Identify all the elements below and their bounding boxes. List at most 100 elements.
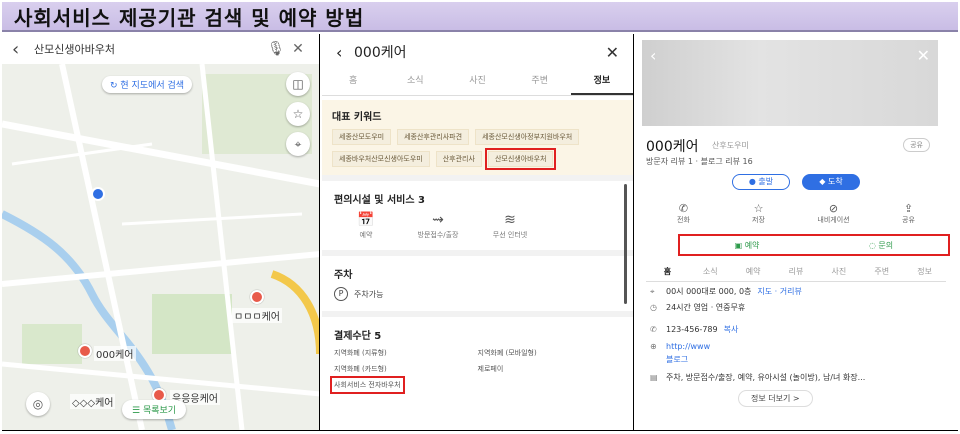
- clock-icon: ◷: [650, 303, 657, 312]
- phone-icon: ✆: [650, 325, 657, 334]
- back-arrow-icon[interactable]: ‹: [336, 43, 354, 62]
- facility-list: 📅 예약 ⇝ 방문접수/출장 ≋ 무선 인터넷: [334, 212, 621, 240]
- facility-item: ⇝ 방문접수/출장: [406, 212, 470, 240]
- map-panel: ‹ 산모신생아바우처 🎙 ✕ ↻ 현 지도에서 검색 ◫ ☆ ⌖ ㅁㅁㅁ케어 0…: [2, 34, 320, 430]
- keyword-chip[interactable]: 세종산모신생아정부지원바우처: [475, 129, 580, 145]
- tab-item[interactable]: 사진: [817, 266, 860, 277]
- tab-item[interactable]: 사진: [446, 70, 508, 95]
- tab-item[interactable]: 정보: [570, 70, 633, 95]
- facilities-section: 편의시설 및 서비스 3 📅 예약 ⇝ 방문접수/출장 ≋ 무선 인터넷: [322, 175, 633, 250]
- tab-item[interactable]: 홈: [646, 266, 689, 277]
- chat-icon: ◌: [868, 240, 879, 250]
- keyword-chip-highlighted[interactable]: 산모신생아바우처: [484, 148, 557, 170]
- payment-item: 지역화폐 (모바일형): [477, 349, 537, 357]
- bottom-border: [2, 430, 958, 431]
- copy-button[interactable]: 복사: [724, 324, 739, 335]
- keywords-title: 대표 키워드: [332, 112, 382, 123]
- tab-item[interactable]: 리뷰: [775, 266, 818, 277]
- save-button[interactable]: ☆ 저장: [721, 202, 796, 225]
- payment-item: 제로페이: [477, 365, 504, 373]
- payment-section: 결제수단 5 지역화폐 (지류형) 지역화폐 (모바일형) 지역화폐 (카드형)…: [322, 311, 633, 400]
- layers-icon[interactable]: ◫: [286, 72, 310, 96]
- close-icon[interactable]: ✕: [287, 41, 309, 57]
- star-icon: ☆: [753, 202, 764, 215]
- tab-item[interactable]: 주변: [509, 70, 571, 95]
- keyword-chip[interactable]: 산후관리사: [435, 151, 482, 167]
- phone-icon: ✆: [678, 202, 689, 215]
- inquiry-button[interactable]: ◌ 문의: [814, 240, 948, 251]
- review-summary[interactable]: 방문자 리뷰 1 · 블로그 리뷰 16: [646, 156, 753, 167]
- reserve-button[interactable]: ▣ 예약: [680, 240, 814, 251]
- map-pin[interactable]: [78, 344, 92, 358]
- map-place-label[interactable]: ㅁㅁㅁ케어: [232, 308, 282, 323]
- gps-icon[interactable]: ◎: [26, 392, 50, 416]
- map-view[interactable]: ↻ 현 지도에서 검색 ◫ ☆ ⌖ ㅁㅁㅁ케어 000케어 ◇◇◇케어 응응응케…: [2, 64, 319, 430]
- navigation-button[interactable]: ⊘ 내비게이션: [796, 202, 871, 225]
- payment-item-highlighted: 사회서비스 전자바우처: [330, 376, 405, 394]
- tab-item[interactable]: 홈: [322, 70, 384, 95]
- start-button[interactable]: ● 출발: [732, 174, 790, 190]
- map-graphic: [2, 64, 319, 430]
- place-photo[interactable]: ‹ ✕: [642, 40, 938, 126]
- website-sub: 블로그: [666, 355, 689, 364]
- hours-row: ◷ 24시간 영업 · 연중무휴: [650, 303, 746, 312]
- more-info-button[interactable]: 정보 더보기 >: [738, 390, 813, 407]
- pin-icon: ◆: [819, 177, 828, 186]
- wifi-icon: ≋: [504, 212, 516, 228]
- tab-item[interactable]: 주변: [860, 266, 903, 277]
- payment-item: 지역화폐 (지류형): [334, 349, 387, 357]
- payment-title: 결제수단 5: [334, 331, 382, 342]
- map-pin[interactable]: [250, 290, 264, 304]
- visit-icon: ⇝: [432, 212, 444, 228]
- keywords-section: 대표 키워드 세종산모도우미 세종산후관리사파견 세종산모신생아정부지원바우처세종바…: [322, 100, 633, 175]
- payment-list: 지역화폐 (지류형) 지역화폐 (모바일형) 지역화폐 (카드형) 제로페이 사…: [330, 348, 621, 394]
- action-bar: ✆ 전화 ☆ 저장 ⊘ 내비게이션 ⇪ 공유: [646, 202, 946, 225]
- location-icon[interactable]: ⌖: [286, 132, 310, 156]
- amenities-icon: ▤: [650, 373, 658, 382]
- place-category: 산후도우미: [712, 141, 749, 150]
- refresh-icon: ↻: [110, 81, 121, 91]
- share-button[interactable]: 공유: [903, 138, 930, 152]
- payment-item: 지역화폐 (카드형): [334, 365, 387, 373]
- website-row: ⊕ http://www: [650, 342, 711, 351]
- place-tabs: 홈 소식 사진 주변 정보: [322, 70, 633, 96]
- map-search-bar: ‹ 산모신생아바우처 🎙 ✕: [2, 34, 319, 64]
- scrollbar[interactable]: [624, 184, 627, 304]
- tab-item[interactable]: 소식: [384, 70, 446, 95]
- detail-tabs: 홈 소식 예약 리뷰 사진 주변 정보: [646, 266, 946, 282]
- close-icon[interactable]: ✕: [917, 46, 930, 65]
- title-bar: 사회서비스 제공기관 검색 및 예약 방법: [2, 2, 958, 32]
- info-panel: ‹ 000케어 ✕ 홈 소식 사진 주변 정보 대표 키워드 세종산모도우미 세종산후관리…: [322, 34, 634, 430]
- navigation-icon: ⊘: [828, 202, 839, 215]
- tab-item[interactable]: 예약: [732, 266, 775, 277]
- microphone-icon[interactable]: 🎙: [265, 41, 287, 57]
- search-input[interactable]: 산모신생아바우처: [34, 41, 265, 57]
- share-action-button[interactable]: ⇪ 공유: [871, 202, 946, 225]
- globe-icon: ⊕: [650, 342, 657, 351]
- keyword-chip[interactable]: 세종산모도우미: [332, 129, 392, 145]
- facility-item: ≋ 무선 인터넷: [478, 212, 542, 240]
- place-name: 000케어: [354, 45, 407, 61]
- list-icon: ☰: [132, 406, 143, 416]
- chevron-left-icon[interactable]: ‹: [650, 46, 656, 65]
- amenities-row: ▤ 주차, 방문접수/출장, 예약, 유아시설 (놀이방), 남/녀 화장...: [650, 373, 866, 382]
- list-view-button[interactable]: ☰ 목록보기: [122, 400, 187, 419]
- keyword-chip[interactable]: 세종바우처산모신생아도우미: [332, 151, 430, 167]
- search-this-area-button[interactable]: ↻ 현 지도에서 검색: [102, 76, 193, 93]
- place-name: 000케어: [646, 139, 699, 155]
- close-icon[interactable]: ✕: [606, 43, 619, 62]
- phone-row: ✆ 123-456-789 복사: [650, 324, 739, 335]
- location-icon: ⌖: [650, 286, 655, 296]
- keyword-chip[interactable]: 세종산후관리사파견: [397, 129, 470, 145]
- map-place-label[interactable]: ◇◇◇케어: [70, 394, 116, 409]
- parking-title: 주차: [334, 270, 353, 281]
- call-button[interactable]: ✆ 전화: [646, 202, 721, 225]
- arrive-button[interactable]: ◆ 도착: [802, 174, 860, 190]
- parking-info: P 주차가능: [334, 287, 621, 301]
- star-icon[interactable]: ☆: [286, 102, 310, 126]
- place-header: ‹ 000케어 ✕: [322, 34, 633, 70]
- tab-item[interactable]: 소식: [689, 266, 732, 277]
- tab-item[interactable]: 정보: [903, 266, 946, 277]
- back-arrow-icon[interactable]: ‹: [12, 39, 34, 60]
- map-place-label[interactable]: 000케어: [94, 346, 136, 361]
